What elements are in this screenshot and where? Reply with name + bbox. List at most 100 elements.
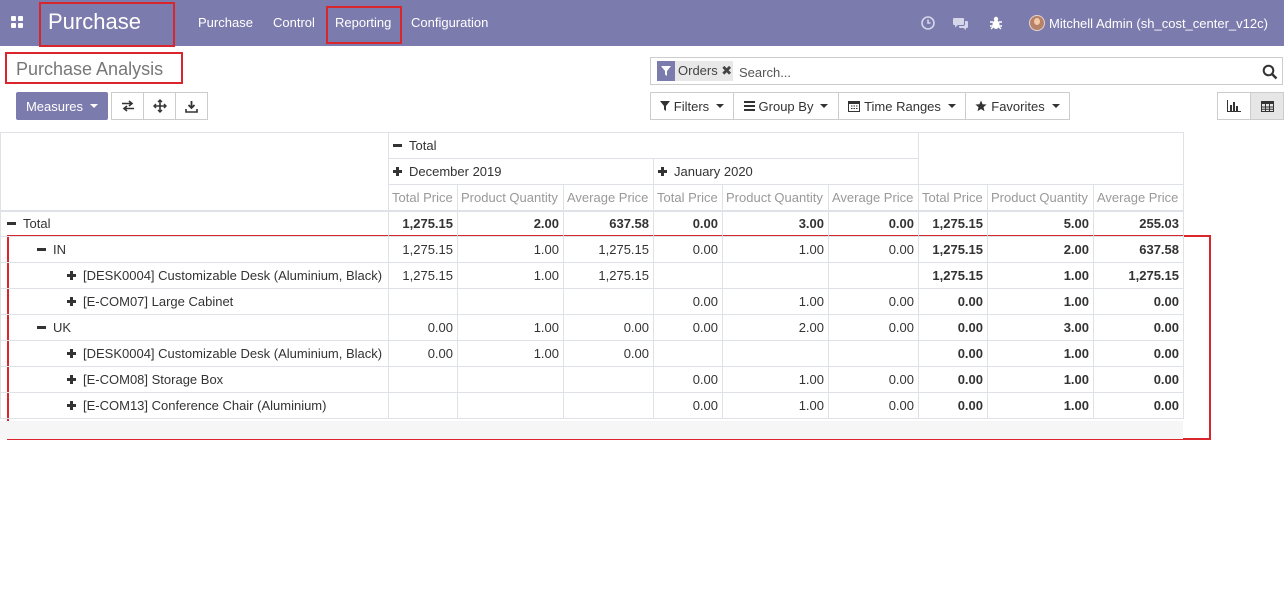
pivot-cell[interactable]: 0.00: [828, 209, 919, 237]
pivot-cell[interactable]: 0.00: [918, 288, 988, 315]
chat-icon[interactable]: [953, 15, 969, 31]
measure-header[interactable]: Product Quantity: [722, 184, 829, 211]
pivot-cell[interactable]: 1,275.15: [918, 236, 988, 263]
menu-purchase[interactable]: Purchase: [198, 15, 253, 30]
pivot-cell[interactable]: [457, 366, 564, 393]
pivot-cell[interactable]: 0.00: [653, 314, 723, 341]
pivot-cell[interactable]: [653, 262, 723, 289]
pivot-cell[interactable]: 1,275.15: [1093, 262, 1184, 289]
user-menu[interactable]: Mitchell Admin (sh_cost_center_v12c): [1029, 13, 1268, 33]
col-header-december-2019[interactable]: December 2019: [388, 158, 654, 185]
pivot-cell[interactable]: 0.00: [388, 340, 458, 367]
menu-reporting[interactable]: Reporting: [335, 15, 391, 30]
row-header[interactable]: [DESK0004] Customizable Desk (Aluminium,…: [0, 340, 389, 367]
pivot-cell[interactable]: [563, 288, 654, 315]
pivot-cell[interactable]: 1,275.15: [388, 262, 458, 289]
pivot-cell[interactable]: 0.00: [918, 392, 988, 419]
pivot-cell[interactable]: 1.00: [457, 340, 564, 367]
bug-icon[interactable]: [988, 15, 1004, 31]
pivot-cell[interactable]: 1.00: [987, 392, 1094, 419]
pivot-cell[interactable]: [828, 340, 919, 367]
pivot-cell[interactable]: 0.00: [1093, 340, 1184, 367]
row-header[interactable]: [DESK0004] Customizable Desk (Aluminium,…: [0, 262, 389, 289]
pivot-cell[interactable]: 0.00: [918, 314, 988, 341]
pivot-cell[interactable]: 0.00: [828, 392, 919, 419]
pivot-cell[interactable]: [457, 392, 564, 419]
pivot-cell[interactable]: 1,275.15: [563, 236, 654, 263]
search-input[interactable]: [739, 62, 1239, 82]
pivot-cell[interactable]: [388, 366, 458, 393]
pivot-cell[interactable]: 1.00: [987, 262, 1094, 289]
pivot-cell[interactable]: 1.00: [457, 236, 564, 263]
pivot-cell[interactable]: [388, 288, 458, 315]
pivot-cell[interactable]: [563, 366, 654, 393]
measure-header[interactable]: Average Price: [828, 184, 919, 211]
pivot-cell[interactable]: 2.00: [457, 209, 564, 237]
pivot-cell[interactable]: 2.00: [722, 314, 829, 341]
row-header[interactable]: [E-COM13] Conference Chair (Aluminium): [0, 392, 389, 419]
measure-header[interactable]: Total Price: [653, 184, 723, 211]
pivot-cell[interactable]: 637.58: [563, 209, 654, 237]
pivot-cell[interactable]: [563, 392, 654, 419]
row-header[interactable]: IN: [0, 236, 389, 263]
measure-header[interactable]: Average Price: [563, 184, 654, 211]
pivot-cell[interactable]: 0.00: [653, 366, 723, 393]
pivot-cell[interactable]: 0.00: [1093, 366, 1184, 393]
pivot-cell[interactable]: 1.00: [987, 340, 1094, 367]
group-by-button[interactable]: Group By: [733, 92, 839, 120]
measure-header[interactable]: Total Price: [918, 184, 988, 211]
pivot-cell[interactable]: [722, 262, 829, 289]
pivot-cell[interactable]: 3.00: [987, 314, 1094, 341]
col-header-january-2020[interactable]: January 2020: [653, 158, 919, 185]
pivot-cell[interactable]: 0.00: [653, 236, 723, 263]
search-bar[interactable]: Orders ✖: [650, 57, 1283, 85]
pivot-cell[interactable]: 1.00: [722, 236, 829, 263]
search-icon[interactable]: [1262, 64, 1278, 80]
pivot-cell[interactable]: 1.00: [987, 288, 1094, 315]
pivot-cell[interactable]: [828, 262, 919, 289]
measure-header[interactable]: Product Quantity: [457, 184, 564, 211]
pivot-cell[interactable]: 0.00: [828, 366, 919, 393]
pivot-cell[interactable]: 1.00: [457, 314, 564, 341]
pivot-cell[interactable]: 1,275.15: [388, 236, 458, 263]
pivot-cell[interactable]: 637.58: [1093, 236, 1184, 263]
pivot-cell[interactable]: 0.00: [918, 366, 988, 393]
measures-button[interactable]: Measures: [16, 92, 108, 120]
download-button[interactable]: [175, 92, 208, 120]
pivot-cell[interactable]: 255.03: [1093, 209, 1184, 237]
measure-header[interactable]: Total Price: [388, 184, 458, 211]
pivot-cell[interactable]: [653, 340, 723, 367]
clock-icon[interactable]: [920, 15, 936, 31]
pivot-cell[interactable]: 1,275.15: [563, 262, 654, 289]
pivot-cell[interactable]: [722, 340, 829, 367]
pivot-cell[interactable]: [388, 392, 458, 419]
pivot-cell[interactable]: 1.00: [987, 366, 1094, 393]
row-header[interactable]: [E-COM07] Large Cabinet: [0, 288, 389, 315]
pivot-cell[interactable]: 0.00: [563, 340, 654, 367]
pivot-cell[interactable]: 1,275.15: [918, 209, 988, 237]
pivot-cell[interactable]: 1.00: [457, 262, 564, 289]
pivot-cell[interactable]: 1,275.15: [388, 209, 458, 237]
pivot-cell[interactable]: 0.00: [1093, 314, 1184, 341]
pivot-cell[interactable]: 0.00: [828, 236, 919, 263]
measure-header[interactable]: Product Quantity: [987, 184, 1094, 211]
row-header[interactable]: UK: [0, 314, 389, 341]
pivot-cell[interactable]: 1.00: [722, 288, 829, 315]
pivot-cell[interactable]: 0.00: [563, 314, 654, 341]
app-brand[interactable]: Purchase: [48, 9, 141, 35]
pivot-cell[interactable]: 2.00: [987, 236, 1094, 263]
pivot-cell[interactable]: 1.00: [722, 392, 829, 419]
pivot-cell[interactable]: 0.00: [653, 288, 723, 315]
pivot-cell[interactable]: [457, 288, 564, 315]
pivot-cell[interactable]: 0.00: [653, 392, 723, 419]
apps-menu-icon[interactable]: [11, 16, 23, 28]
menu-control[interactable]: Control: [273, 15, 315, 30]
pivot-cell[interactable]: 0.00: [918, 340, 988, 367]
time-ranges-button[interactable]: Time Ranges: [838, 92, 966, 120]
flip-axis-button[interactable]: [111, 92, 144, 120]
pivot-cell[interactable]: 0.00: [1093, 392, 1184, 419]
close-icon[interactable]: ✖: [721, 61, 733, 81]
pivot-cell[interactable]: 0.00: [388, 314, 458, 341]
pivot-cell[interactable]: 0.00: [828, 288, 919, 315]
filters-button[interactable]: Filters: [650, 92, 734, 120]
